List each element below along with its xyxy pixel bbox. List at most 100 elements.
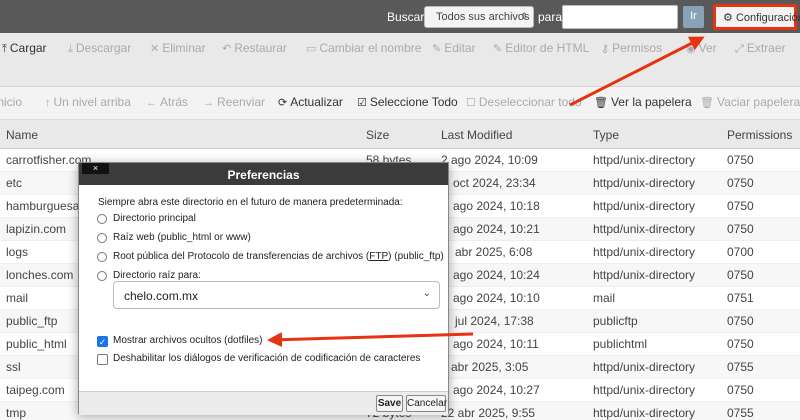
view-trash-button[interactable]: 🗑 Ver la papelera	[594, 95, 692, 109]
file-type: publichtml	[593, 337, 648, 351]
file-type: httpd/unix-directory	[593, 199, 696, 213]
refresh-button[interactable]: ⟳ Actualizar	[278, 95, 343, 109]
back-button[interactable]: ← Atrás	[146, 95, 188, 109]
file-permissions: 0750	[727, 337, 754, 351]
chevron-updown-icon: ⇕	[520, 11, 528, 21]
level-up-button[interactable]: ↑ Un nivel arriba	[45, 95, 131, 109]
radio-domain-root[interactable]	[97, 271, 107, 281]
option-web-root[interactable]: Raíz web (public_html or www)	[113, 232, 251, 243]
arrow-right-icon: →	[203, 97, 214, 109]
column-size[interactable]: Size	[366, 128, 389, 142]
rename-button[interactable]: ▭ Cambiar el nombre	[306, 41, 421, 55]
disable-encoding-check-checkbox[interactable]	[97, 354, 108, 365]
select-all-button[interactable]: ☑ Seleccione Todo	[357, 95, 458, 109]
search-scope-value: Todos sus archivos	[436, 11, 530, 23]
file-modified: ago 2024, 10:21	[453, 222, 540, 236]
settings-label: Configuración	[735, 12, 800, 24]
level-up-label: Un nivel arriba	[53, 95, 131, 109]
upload-icon: ⤒	[2, 43, 7, 55]
file-name: lonches.com	[6, 268, 74, 282]
file-modified: ago 2024, 10:27	[453, 383, 540, 397]
empty-trash-label: Vaciar papelera	[716, 95, 800, 109]
go-button[interactable]: Ir	[683, 6, 704, 28]
disable-encoding-check-label[interactable]: Deshabilitar los diálogos de verificació…	[113, 353, 420, 364]
radio-ftp-root[interactable]	[97, 252, 107, 262]
file-type: publicftp	[593, 314, 638, 328]
domain-select[interactable]: chelo.com.mx ⌄	[113, 281, 440, 309]
column-name[interactable]: Name	[6, 128, 38, 142]
file-name: etc	[6, 176, 23, 190]
column-type[interactable]: Type	[593, 128, 619, 142]
for-label: para	[538, 10, 563, 24]
option-domain-root[interactable]: Directorio raíz para:	[113, 270, 201, 281]
download-icon: ⤓	[68, 43, 73, 55]
upload-label: Cargar	[9, 41, 47, 55]
settings-button[interactable]: ⚙ Configuración	[713, 4, 800, 30]
file-permissions: 0750	[727, 176, 754, 190]
refresh-label: Actualizar	[290, 95, 343, 109]
file-modified: 2 ago 2024, 10:09	[441, 153, 538, 167]
show-hidden-files-checkbox[interactable]: ✓	[97, 336, 108, 347]
undo-icon: ↶	[222, 43, 232, 55]
gear-icon: ⚙	[723, 12, 733, 24]
search-input[interactable]	[562, 5, 678, 29]
restore-button[interactable]: ↶ Restaurar	[222, 41, 287, 55]
view-button[interactable]: ◉ Ver	[686, 41, 717, 55]
option-home-directory[interactable]: Directorio principal	[113, 213, 196, 224]
deselect-all-button[interactable]: ☐ Deseleccionar todo	[466, 95, 582, 109]
rename-label: Cambiar el nombre	[319, 41, 422, 55]
arrow-left-icon: ←	[146, 97, 157, 109]
dialog-footer: Save Cancelar	[79, 391, 448, 415]
file-type: httpd/unix-directory	[593, 245, 696, 259]
permissions-button[interactable]: ⚷ Permisos	[601, 41, 662, 55]
level-up-icon: ↑	[45, 97, 51, 109]
html-editor-icon: ✎	[493, 43, 503, 55]
extract-button[interactable]: ⤢ Extraer	[735, 41, 786, 56]
dialog-intro: Siempre abra este directorio en el futur…	[98, 197, 403, 208]
view-trash-label: Ver la papelera	[610, 95, 692, 109]
delete-label: Eliminar	[162, 41, 206, 55]
navigation-toolbar: Inicio ↑Un nivel arriba ←Atrás →Reenviar…	[0, 87, 800, 120]
show-hidden-files-label[interactable]: Mostrar archivos ocultos (dotfiles)	[113, 335, 263, 346]
edit-button[interactable]: ✎ Editar	[432, 41, 476, 55]
delete-button[interactable]: ✕ Eliminar	[150, 41, 206, 55]
download-button[interactable]: ⤓ Descargar	[68, 41, 131, 56]
file-modified: abr 2025, 3:05	[451, 360, 529, 374]
domain-select-value: chelo.com.mx	[124, 289, 199, 303]
file-modified: ago 2024, 10:18	[453, 199, 540, 213]
file-permissions: 0750	[727, 199, 754, 213]
radio-web-root[interactable]	[97, 233, 107, 243]
forward-button[interactable]: → Reenviar	[203, 95, 265, 109]
search-bar: Buscar Todos sus archivos ⇕ para Ir ⚙ Co…	[0, 0, 800, 33]
file-type: httpd/unix-directory	[593, 360, 696, 374]
preferences-dialog: × Preferencias Siempre abra este directo…	[78, 162, 449, 415]
html-editor-button[interactable]: ✎ Editor de HTML	[493, 41, 589, 55]
file-permissions: 0700	[727, 245, 754, 259]
rename-icon: ▭	[306, 43, 317, 55]
empty-trash-button[interactable]: 🗑 Vaciar papelera	[700, 95, 800, 109]
cancel-button[interactable]: Cancelar	[406, 395, 447, 412]
upload-button[interactable]: ⤒ Cargar	[2, 41, 47, 56]
check-square-icon: ☑	[357, 97, 367, 109]
file-name: taipeg.com	[6, 383, 65, 397]
search-scope-select[interactable]: Todos sus archivos ⇕	[424, 6, 534, 28]
view-label: Ver	[698, 41, 717, 55]
option-ftp-root[interactable]: Root pública del Protocolo de transferen…	[113, 251, 444, 262]
file-type: httpd/unix-directory	[593, 383, 696, 397]
dialog-header: × Preferencias	[79, 163, 448, 185]
radio-home-directory[interactable]	[97, 214, 107, 224]
file-modified: ago 2024, 10:11	[453, 337, 539, 351]
refresh-icon: ⟳	[278, 97, 288, 109]
home-button[interactable]: Inicio	[0, 95, 22, 109]
file-name: mail	[6, 291, 29, 305]
eye-icon: ◉	[686, 43, 696, 55]
trash-icon: 🗑	[594, 97, 608, 109]
close-icon: ✕	[150, 43, 160, 55]
save-button[interactable]: Save	[376, 395, 403, 412]
column-permissions[interactable]: Permissions	[727, 128, 792, 142]
trash-icon: 🗑	[700, 97, 714, 109]
column-modified[interactable]: Last Modified	[441, 128, 512, 142]
file-type: httpd/unix-directory	[593, 153, 696, 167]
option-ftp-root-post: ) (public_ftp)	[388, 251, 444, 262]
file-name: lapizin.com	[6, 222, 67, 236]
